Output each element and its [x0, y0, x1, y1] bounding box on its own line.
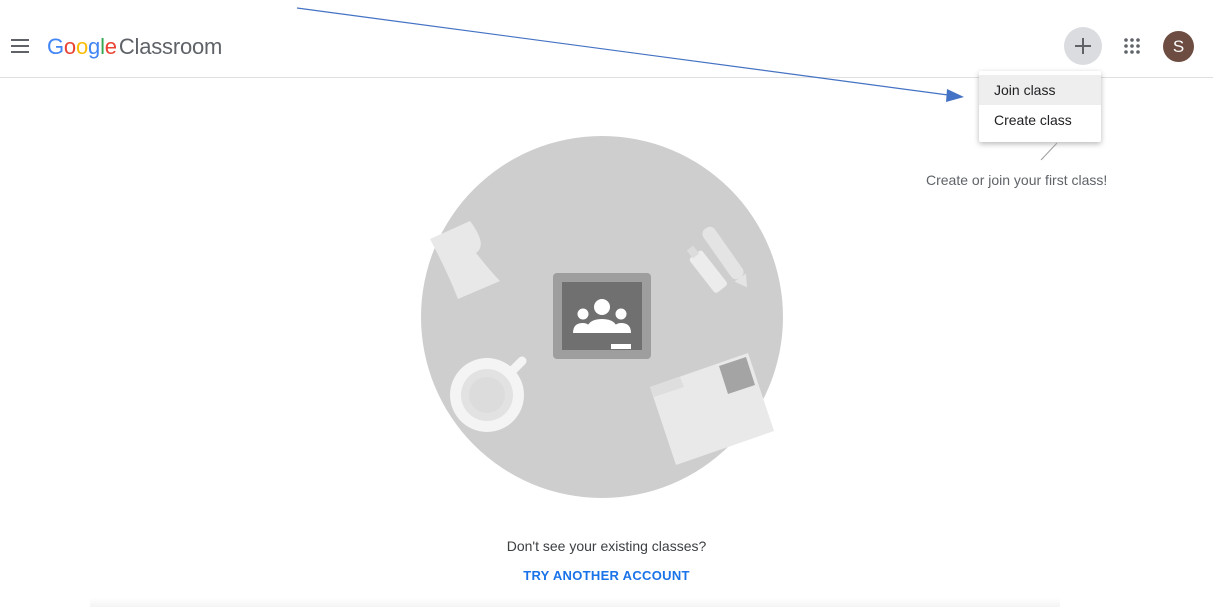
try-another-account-link[interactable]: TRY ANOTHER ACCOUNT: [523, 568, 690, 583]
hint-pointer-line: [1040, 142, 1058, 161]
try-another-account-container: TRY ANOTHER ACCOUNT: [0, 568, 1213, 583]
footer-shadow: [90, 598, 1060, 607]
annotation-arrow-head: [946, 89, 964, 102]
annotation-overlay: [296, 7, 1058, 161]
existing-classes-message: Don't see your existing classes?: [506, 538, 707, 554]
annotation-arrow-line: [296, 7, 949, 96]
